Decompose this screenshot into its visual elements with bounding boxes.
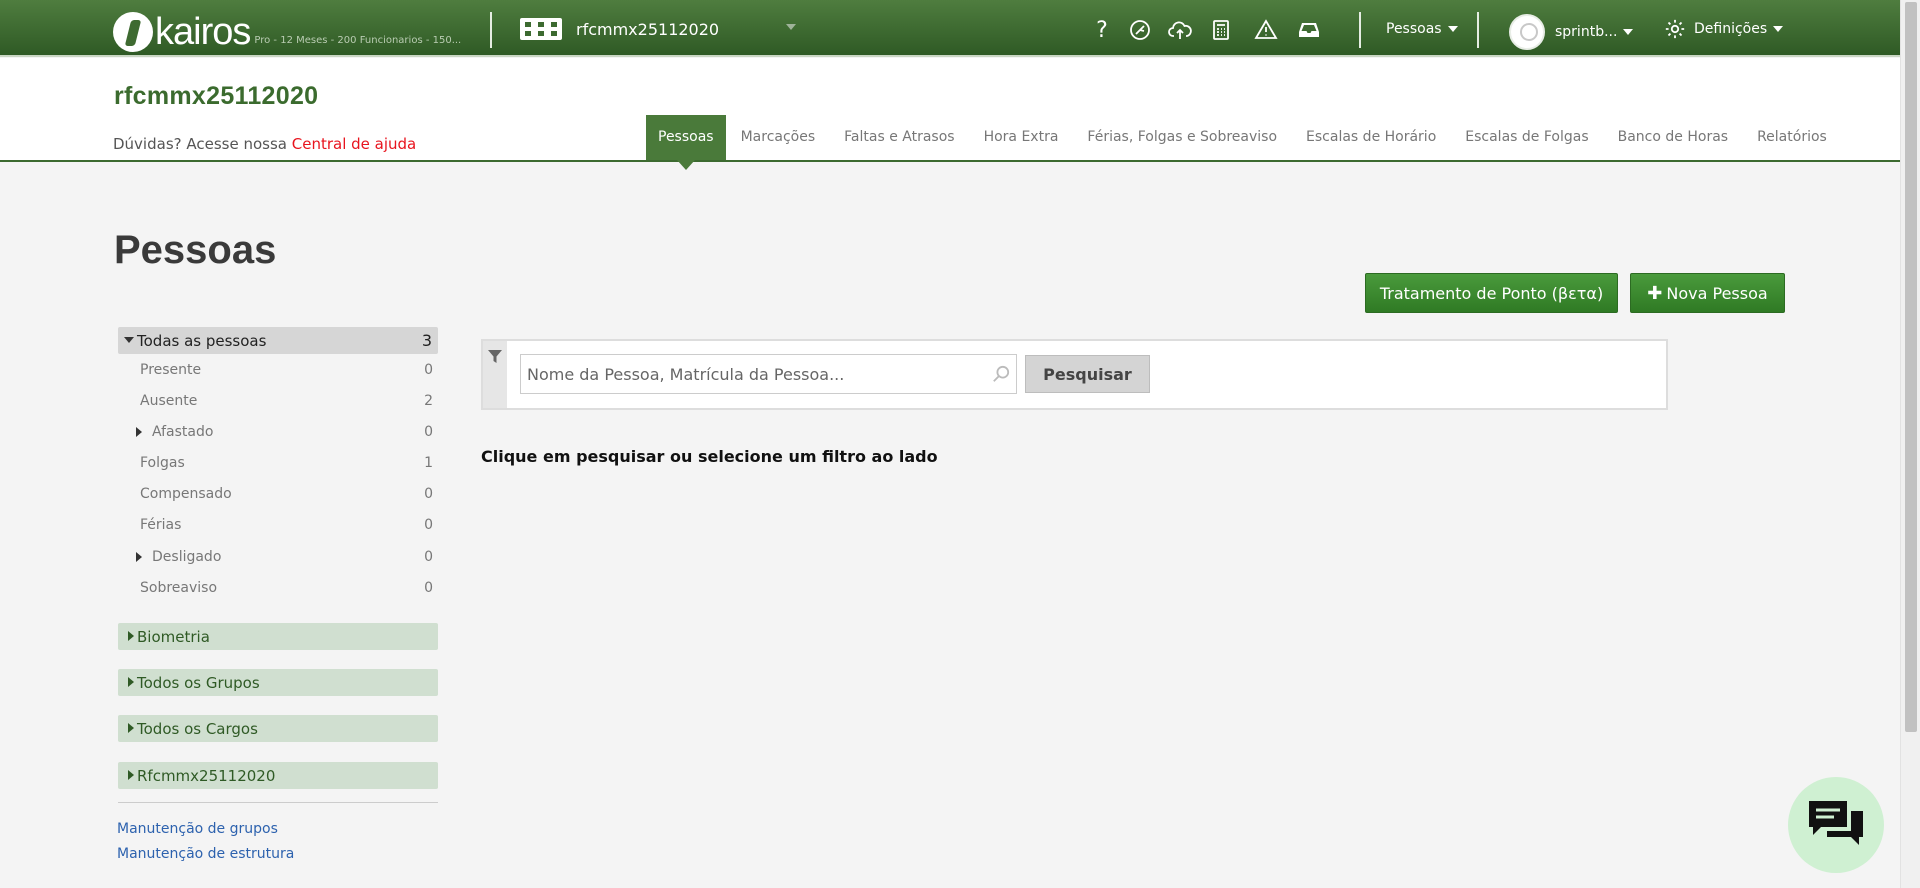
filter-afastado[interactable]: Afastado 0	[136, 424, 433, 440]
cloud-upload-icon[interactable]	[1167, 17, 1193, 43]
chevron-down-icon	[1773, 26, 1784, 32]
filter-count: 0	[424, 486, 433, 502]
logo-text: kairos	[155, 11, 251, 53]
new-person-button[interactable]: ✚ Nova Pessoa	[1630, 273, 1785, 313]
inbox-icon[interactable]	[1296, 17, 1322, 43]
filter-count: 2	[424, 393, 433, 409]
manage-structure-link[interactable]: Manutenção de estrutura	[117, 846, 294, 862]
group-estrutura[interactable]: Rfcmmx25112020	[118, 762, 438, 789]
filter-label: Afastado	[152, 424, 214, 440]
gear-icon	[1665, 19, 1685, 39]
filter-label: Ausente	[140, 393, 198, 409]
filter-label: Compensado	[140, 486, 232, 502]
filter-all-label: Todas as pessoas	[137, 331, 267, 350]
theme-icon[interactable]	[1127, 17, 1153, 43]
page-title: Pessoas	[114, 228, 277, 272]
tratamento-ponto-button[interactable]: Tratamento de Ponto (βετα)	[1365, 273, 1618, 313]
new-person-label: Nova Pessoa	[1666, 283, 1768, 303]
logo-mark-icon	[113, 12, 153, 52]
filter-count: 0	[424, 580, 433, 596]
chevron-down-icon[interactable]	[786, 24, 796, 30]
filter-count: 0	[424, 517, 433, 533]
company-selector[interactable]: rfcmmx25112020	[520, 18, 719, 40]
help-text: Dúvidas? Acesse nossa Central de ajuda	[113, 135, 416, 153]
search-input[interactable]	[521, 355, 981, 393]
filter-label: Sobreaviso	[140, 580, 218, 596]
main-tabs: Pessoas Marcações Faltas e Atrasos Hora …	[646, 115, 1842, 170]
help-prefix: Dúvidas? Acesse nossa	[113, 135, 287, 153]
group-todos-grupos[interactable]: Todos os Grupos	[118, 669, 438, 696]
plan-info: Pro - 12 Meses - 200 Funcionarios - 150.…	[254, 35, 462, 46]
filter-folgas[interactable]: Folgas 1	[140, 455, 433, 471]
filter-compensado[interactable]: Compensado 0	[140, 486, 433, 502]
tab-marcacoes[interactable]: Marcações	[727, 115, 830, 160]
pessoas-menu-label: Pessoas	[1386, 21, 1442, 37]
building-icon	[520, 18, 562, 40]
divider	[1477, 12, 1479, 48]
tab-banco-horas[interactable]: Banco de Horas	[1604, 115, 1742, 160]
tab-faltas-atrasos[interactable]: Faltas e Atrasos	[830, 115, 968, 160]
filter-count: 1	[424, 455, 433, 471]
tab-relatorios[interactable]: Relatórios	[1743, 115, 1841, 160]
empty-state-hint: Clique em pesquisar ou selecione um filt…	[481, 447, 938, 466]
search-field	[520, 354, 1017, 394]
tab-ferias-folgas[interactable]: Férias, Folgas e Sobreaviso	[1073, 115, 1291, 160]
question-icon[interactable]: ?	[1089, 17, 1115, 43]
settings-menu[interactable]: Definições	[1664, 18, 1784, 40]
chat-icon	[1809, 801, 1863, 845]
company-title: rfcmmx25112020	[114, 82, 319, 110]
manage-groups-link[interactable]: Manutenção de grupos	[117, 821, 278, 837]
filter-ferias[interactable]: Férias 0	[140, 517, 433, 533]
calculator-icon[interactable]	[1208, 17, 1234, 43]
divider	[1359, 12, 1361, 48]
divider	[490, 12, 492, 48]
filter-icon	[488, 350, 502, 363]
filter-label: Desligado	[152, 549, 222, 565]
filter-all-people[interactable]: Todas as pessoas 3	[118, 327, 438, 354]
search-icon[interactable]	[992, 365, 1010, 383]
group-biometria[interactable]: Biometria	[118, 623, 438, 650]
help-center-link[interactable]: Central de ajuda	[292, 135, 416, 153]
user-name: sprintb...	[1555, 24, 1618, 40]
tab-escalas-folgas[interactable]: Escalas de Folgas	[1451, 115, 1602, 160]
expand-arrow-icon[interactable]	[136, 427, 142, 437]
pessoas-menu[interactable]: Pessoas	[1386, 21, 1458, 37]
tab-hora-extra[interactable]: Hora Extra	[970, 115, 1073, 160]
filter-sobreaviso[interactable]: Sobreaviso 0	[140, 580, 433, 596]
filter-label: Férias	[140, 517, 182, 533]
kairos-logo[interactable]: kairos Pro - 12 Meses - 200 Funcionarios…	[113, 4, 461, 52]
divider	[118, 802, 438, 803]
chevron-down-icon	[1623, 29, 1634, 35]
filter-count: 0	[424, 549, 433, 565]
page-scrollbar[interactable]	[1900, 0, 1920, 888]
tab-escalas-horario[interactable]: Escalas de Horário	[1292, 115, 1450, 160]
page-header: rfcmmx25112020 Dúvidas? Acesse nossa Cen…	[0, 58, 1900, 170]
top-navigation-bar: kairos Pro - 12 Meses - 200 Funcionarios…	[0, 0, 1900, 57]
filter-all-count: 3	[421, 331, 432, 350]
chat-support-button[interactable]	[1788, 777, 1884, 873]
settings-label: Definições	[1694, 21, 1768, 37]
filter-count: 0	[424, 362, 433, 378]
user-menu[interactable]: sprintb...	[1509, 14, 1634, 50]
search-panel: Pesquisar	[481, 339, 1668, 410]
avatar	[1509, 14, 1545, 50]
filter-label: Folgas	[140, 455, 185, 471]
filter-count: 0	[424, 424, 433, 440]
filter-ausente[interactable]: Ausente 2	[140, 393, 433, 409]
filter-presente[interactable]: Presente 0	[140, 362, 433, 378]
filter-toggle[interactable]	[483, 341, 507, 408]
tab-pessoas[interactable]: Pessoas	[646, 115, 726, 170]
plus-icon: ✚	[1647, 282, 1663, 304]
filter-label: Presente	[140, 362, 202, 378]
chevron-down-icon	[1447, 26, 1458, 32]
group-todos-cargos[interactable]: Todos os Cargos	[118, 715, 438, 742]
expand-arrow-icon[interactable]	[136, 552, 142, 562]
warning-icon[interactable]	[1253, 17, 1279, 43]
scrollbar-thumb[interactable]	[1905, 2, 1917, 732]
search-button[interactable]: Pesquisar	[1025, 355, 1150, 393]
company-name: rfcmmx25112020	[576, 19, 720, 39]
filter-desligado[interactable]: Desligado 0	[136, 549, 433, 565]
